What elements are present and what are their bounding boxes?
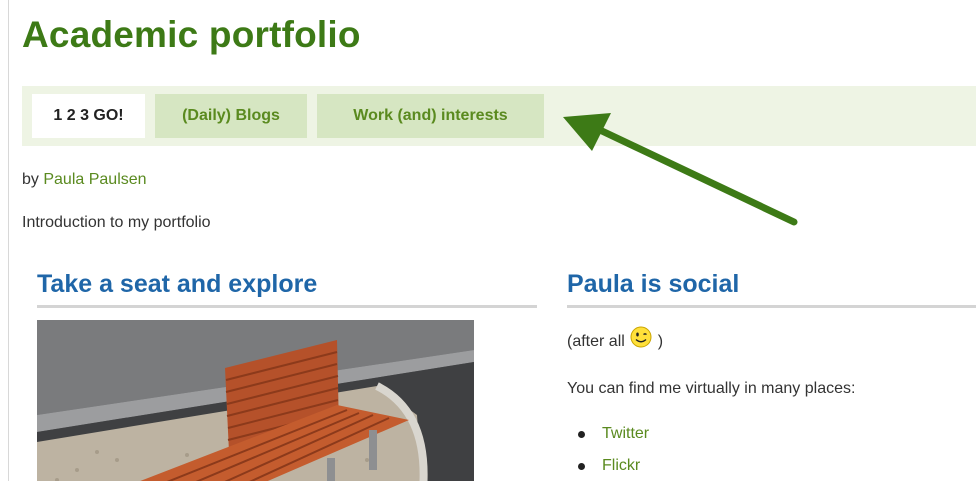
tab-work-and-interests[interactable]: Work (and) interests [317,94,544,138]
page-tab-bar: 1 2 3 GO! (Daily) Blogs Work (and) inter… [22,86,976,146]
block-title-social: Paula is social [567,270,976,308]
social-sub-prefix: (after all [567,333,625,350]
flickr-link[interactable]: Flickr [602,457,640,474]
twitter-link[interactable]: Twitter [602,425,649,442]
byline-prefix: by [22,171,39,188]
list-item: Twitter [567,423,649,455]
tab-daily-blogs[interactable]: (Daily) Blogs [155,94,307,138]
social-sub-suffix: ) [657,333,664,350]
social-description: You can find me virtually in many places… [567,380,856,397]
right-column: Paula is social (after all ) You can fin… [567,270,976,474]
byline: by Paula Paulsen [22,171,147,189]
portfolio-page: Academic portfolio 1 2 3 GO! (Daily) Blo… [0,0,976,481]
left-divider [8,0,9,481]
portfolio-intro: Introduction to my portfolio [22,214,211,231]
social-subtitle: (after all ) [567,326,663,351]
block-title-explore: Take a seat and explore [37,270,537,308]
smiley-icon [630,326,652,348]
list-item: Flickr [567,455,649,481]
tab-1-2-3-go[interactable]: 1 2 3 GO! [32,94,145,138]
page-title: Academic portfolio [22,14,361,55]
bench-photo [37,320,474,481]
social-links-list: Twitter Flickr [567,423,649,481]
author-link[interactable]: Paula Paulsen [43,171,146,188]
left-column: Take a seat and explore [37,270,537,481]
